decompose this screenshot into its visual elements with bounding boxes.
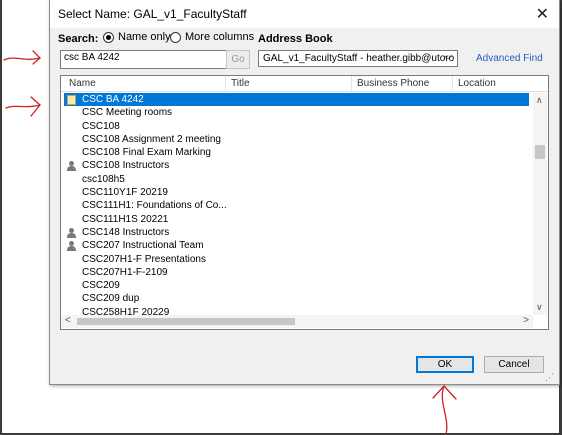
row-name: CSC108 Instructors (82, 160, 170, 172)
table-row-selected[interactable]: CSC BA 4242 (64, 93, 529, 107)
dialog-title: Select Name: GAL_v1_FacultyStaff (58, 7, 247, 21)
group-icon-body (67, 246, 76, 252)
row-name: CSC111H1: Foundations of Co... (82, 200, 227, 212)
close-icon[interactable]: ✕ (536, 4, 549, 24)
table-row[interactable]: CSC209 dup (61, 292, 533, 305)
table-row[interactable]: CSC207 Instructional Team (61, 239, 533, 252)
table-row[interactable]: CSC108 (61, 120, 533, 133)
column-header-name[interactable]: Name (69, 78, 96, 89)
group-icon (67, 241, 77, 252)
scroll-thumb[interactable] (535, 145, 545, 159)
row-name: CSC108 Final Exam Marking (82, 147, 211, 159)
address-book-value: GAL_v1_FacultyStaff - heather.gibb@utoro (263, 53, 455, 64)
cancel-button[interactable]: Cancel (484, 356, 544, 373)
annotation-arrow-ok (432, 385, 457, 435)
row-name: CSC207H1-F-2109 (82, 266, 168, 278)
column-divider[interactable] (351, 76, 352, 91)
more-columns-radio[interactable]: More columns (170, 31, 254, 43)
row-name: csc108h5 (82, 173, 125, 185)
row-name: CSC108 (82, 120, 120, 132)
radio-unchecked-icon[interactable] (170, 31, 181, 43)
advanced-find-link[interactable]: Advanced Find (476, 53, 543, 64)
arrow-shaft (441, 385, 448, 435)
column-header-title[interactable]: Title (231, 78, 250, 89)
scroll-left-icon[interactable]: < (65, 315, 71, 326)
row-name: CSC209 dup (82, 293, 140, 305)
dialog-titlebar: Select Name: GAL_v1_FacultyStaff ✕ (50, 0, 559, 28)
row-name: CSC207 Instructional Team (82, 240, 204, 252)
ok-button[interactable]: OK (416, 356, 474, 373)
table-row[interactable]: CSC111H1: Foundations of Co... (61, 199, 533, 212)
search-label: Search: (58, 33, 99, 45)
row-name: CSC258H1F 20229 (82, 306, 170, 315)
table-row[interactable]: CSC148 Instructors (61, 226, 533, 239)
table-row[interactable]: csc108h5 (61, 173, 533, 186)
table-row[interactable]: CSC258H1F 20229 (61, 306, 533, 315)
row-name: CSC111H1S 20221 (82, 213, 169, 225)
arrow-shaft (3, 57, 41, 61)
column-header-location[interactable]: Location (458, 78, 496, 89)
list-rows: CSC BA 4242 CSC Meeting rooms CSC108 CSC108… (61, 93, 533, 315)
resize-grip-icon[interactable]: ⋰ (545, 372, 554, 383)
annotation-arrow-row (5, 96, 41, 117)
arrow-shaft (5, 104, 41, 109)
search-input[interactable]: csc BA 4242 (60, 50, 230, 69)
chevron-down-icon: ﹀ (443, 56, 453, 67)
vertical-scrollbar[interactable]: ∧ ∨ (533, 93, 547, 315)
annotation-arrow-search (3, 50, 41, 65)
row-name: CSC207H1-F Presentations (82, 253, 206, 265)
group-icon-body (67, 232, 76, 238)
column-divider[interactable] (225, 76, 226, 91)
address-book-label: Address Book (258, 33, 333, 45)
scroll-down-icon[interactable]: ∨ (536, 302, 543, 313)
row-name: CSC209 (82, 280, 120, 292)
table-row[interactable]: CSC Meeting rooms (61, 106, 533, 119)
scroll-up-icon[interactable]: ∧ (536, 95, 543, 106)
column-divider[interactable] (452, 76, 453, 91)
group-icon (67, 161, 77, 172)
contact-card-icon (67, 95, 76, 105)
list-header: Name Title Business Phone Location (61, 76, 548, 92)
address-list: Name Title Business Phone Location CSC B… (60, 75, 549, 330)
address-book-select[interactable]: GAL_v1_FacultyStaff - heather.gibb@utoro… (258, 50, 458, 67)
arrow-head (32, 50, 41, 65)
go-button[interactable]: Go (226, 50, 250, 69)
radio-checked-icon[interactable] (103, 31, 114, 43)
horizontal-scrollbar[interactable]: < > (61, 315, 533, 328)
table-row[interactable]: CSC207H1-F-2109 (61, 266, 533, 279)
arrow-head (30, 96, 41, 117)
table-row[interactable]: CSC108 Final Exam Marking (61, 146, 533, 159)
scroll-right-icon[interactable]: > (523, 315, 529, 326)
table-row[interactable]: CSC108 Assignment 2 meeting (61, 133, 533, 146)
row-name: CSC110Y1F 20219 (82, 187, 168, 199)
name-only-label: Name only (118, 31, 171, 43)
row-name: CSC Meeting rooms (82, 107, 173, 119)
scroll-thumb[interactable] (77, 318, 295, 325)
table-row[interactable]: CSC108 Instructors (61, 159, 533, 172)
name-only-radio[interactable]: Name only (103, 31, 171, 43)
select-name-dialog: Select Name: GAL_v1_FacultyStaff ✕ Searc… (49, 0, 560, 385)
more-columns-label: More columns (185, 31, 255, 43)
window-frame-left (0, 0, 2, 435)
table-row[interactable]: CSC207H1-F Presentations (61, 253, 533, 266)
group-icon-body (67, 166, 76, 172)
row-name: CSC BA 4242 (82, 94, 144, 105)
arrow-head (432, 385, 457, 400)
table-row[interactable]: CSC111H1S 20221 (61, 213, 533, 226)
column-header-business-phone[interactable]: Business Phone (357, 78, 429, 89)
row-name: CSC108 Assignment 2 meeting (82, 133, 221, 145)
row-name: CSC148 Instructors (82, 226, 170, 238)
group-icon (67, 227, 77, 238)
table-row[interactable]: CSC209 (61, 279, 533, 292)
table-row[interactable]: CSC110Y1F 20219 (61, 186, 533, 199)
